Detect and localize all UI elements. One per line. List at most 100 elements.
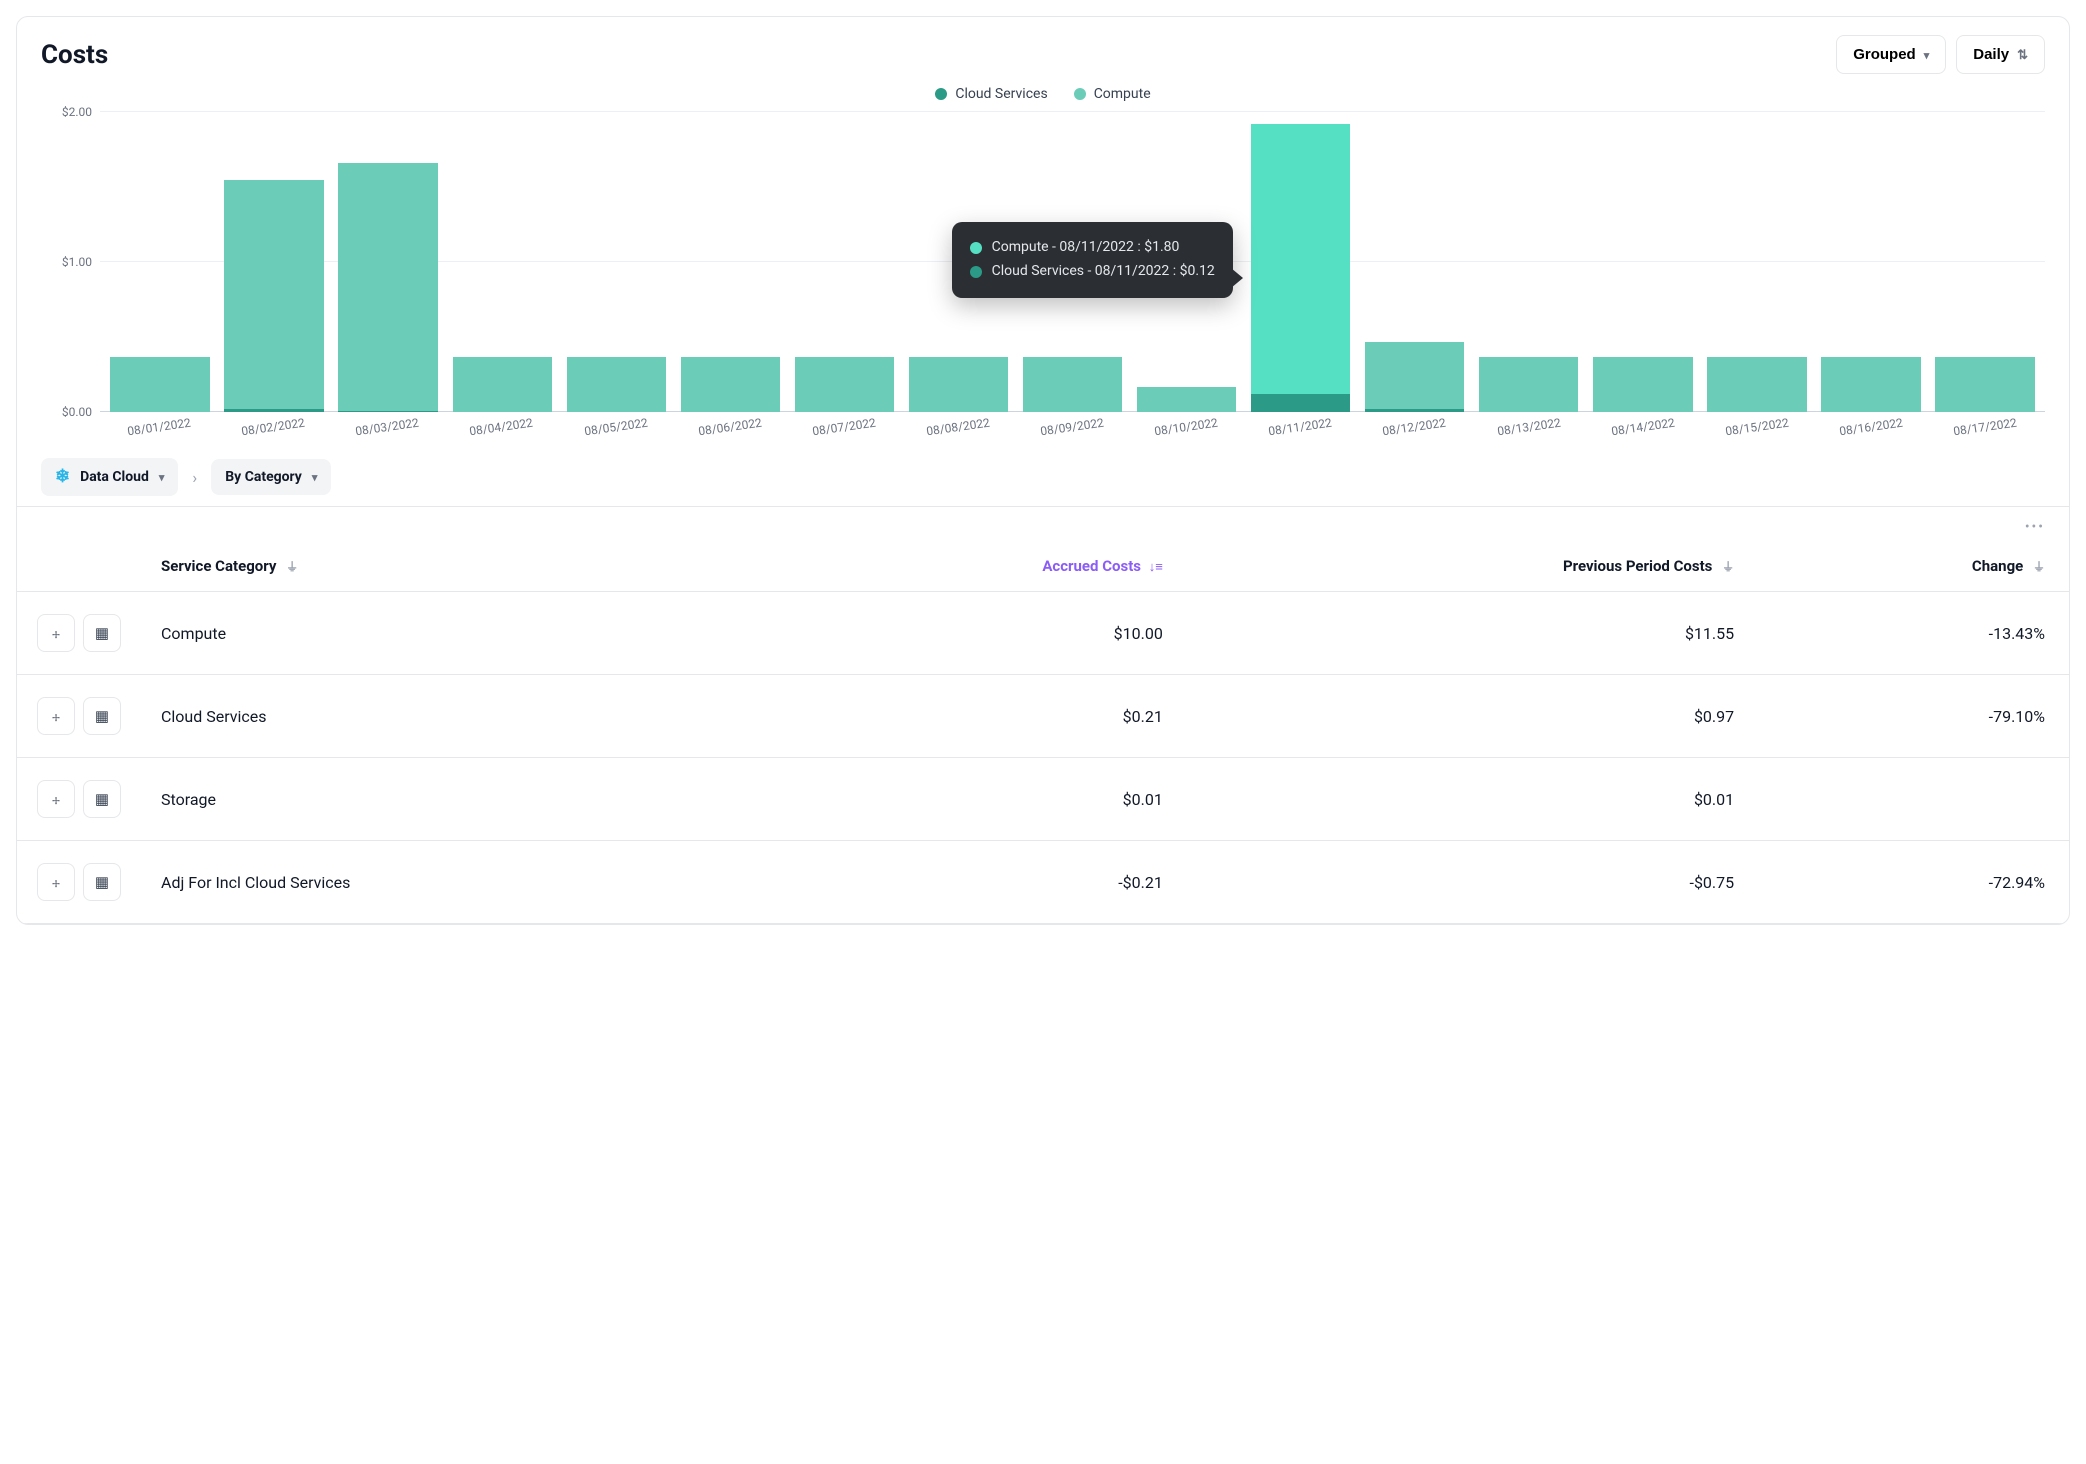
legend-label: Cloud Services	[955, 86, 1047, 102]
bar-segment-compute	[1365, 342, 1464, 410]
legend-item-cloud-services[interactable]: Cloud Services	[935, 86, 1047, 102]
chart-add-icon: ⧾	[52, 873, 60, 891]
bar[interactable]	[110, 357, 209, 413]
col-service-category[interactable]: Service Category ⏚	[141, 541, 750, 592]
add-to-chart-button[interactable]: ⧾	[37, 863, 75, 901]
cell-category: Cloud Services	[141, 675, 750, 758]
bar[interactable]	[224, 180, 323, 413]
bar-segment-compute	[224, 180, 323, 410]
chevron-right-icon: ›	[192, 468, 197, 487]
updown-icon	[2017, 46, 2028, 63]
cell-previous: $0.97	[1187, 675, 1758, 758]
chart-add-icon: ⧾	[52, 707, 60, 725]
col-accrued-costs[interactable]: Accrued Costs ↓≡	[750, 541, 1187, 592]
costs-card: Costs Grouped Daily Cloud Services Compu…	[16, 16, 2070, 925]
chart-legend: Cloud Services Compute	[17, 80, 2069, 112]
bar[interactable]	[1821, 357, 1920, 413]
filter-icon: ⏚	[286, 560, 298, 574]
table-row: ⧾▦Cloud Services$0.21$0.97-79.10%	[17, 675, 2069, 758]
col-change[interactable]: Change ⏚	[1758, 541, 2069, 592]
add-to-chart-button[interactable]: ⧾	[37, 614, 75, 652]
cell-accrued: $0.01	[750, 758, 1187, 841]
bar-segment-compute	[567, 357, 666, 413]
table-toolbar: •••	[17, 506, 2069, 541]
bar-segment-compute	[909, 357, 1008, 413]
tooltip-dot-icon	[970, 242, 982, 254]
more-menu-icon[interactable]: •••	[2019, 513, 2051, 541]
bar-segment-compute	[338, 163, 437, 411]
bar[interactable]	[1707, 357, 1806, 413]
bar-segment-compute	[1821, 357, 1920, 413]
grid-view-button[interactable]: ▦	[83, 780, 121, 818]
grouped-dropdown[interactable]: Grouped	[1836, 35, 1946, 74]
bar-segment-cloud-services	[1251, 394, 1350, 412]
col-label: Previous Period Costs	[1563, 557, 1712, 575]
breadcrumb-current-chip[interactable]: By Category	[211, 459, 331, 495]
bar-segment-compute	[1023, 357, 1122, 413]
cell-previous: $0.01	[1187, 758, 1758, 841]
bar-segment-cloud-services	[1365, 409, 1464, 412]
snowflake-icon: ❄	[55, 468, 70, 486]
x-axis: 08/01/202208/02/202208/03/202208/04/2022…	[99, 412, 2045, 434]
col-actions2	[79, 541, 141, 592]
bar[interactable]	[795, 357, 894, 413]
bar-segment-compute	[1251, 124, 1350, 394]
col-previous-costs[interactable]: Previous Period Costs ⏚	[1187, 541, 1758, 592]
breadcrumb: ❄ Data Cloud › By Category	[17, 434, 2069, 506]
tooltip-line: Cloud Services - 08/11/2022 : $0.12	[992, 260, 1215, 284]
filter-icon: ⏚	[2033, 560, 2045, 574]
legend-label: Compute	[1094, 86, 1151, 102]
bar-segment-compute	[1707, 357, 1806, 413]
chart-tooltip: Compute - 08/11/2022 : $1.80 Cloud Servi…	[952, 222, 1233, 298]
chart-add-icon: ⧾	[52, 624, 60, 642]
cell-change	[1758, 758, 2069, 841]
y-tick: $2.00	[42, 105, 92, 119]
bar[interactable]	[1479, 357, 1578, 413]
bar-segment-compute	[453, 357, 552, 413]
cell-change: -13.43%	[1758, 592, 2069, 675]
costs-table: Service Category ⏚ Accrued Costs ↓≡ Prev…	[17, 541, 2069, 924]
cell-category: Adj For Incl Cloud Services	[141, 841, 750, 924]
breadcrumb-root-chip[interactable]: ❄ Data Cloud	[41, 458, 178, 496]
grouped-dropdown-label: Grouped	[1853, 46, 1916, 63]
bar[interactable]	[1365, 342, 1464, 413]
grid-view-button[interactable]: ▦	[83, 863, 121, 901]
grid-view-button[interactable]: ▦	[83, 697, 121, 735]
bar[interactable]	[1137, 387, 1236, 413]
table-row: ⧾▦Adj For Incl Cloud Services-$0.21-$0.7…	[17, 841, 2069, 924]
add-to-chart-button[interactable]: ⧾	[37, 697, 75, 735]
cell-change: -79.10%	[1758, 675, 2069, 758]
bar-segment-cloud-services	[224, 409, 323, 412]
bar-segment-compute	[795, 357, 894, 413]
table-row: ⧾▦Compute$10.00$11.55-13.43%	[17, 592, 2069, 675]
grid-icon: ▦	[95, 707, 109, 725]
grid-view-button[interactable]: ▦	[83, 614, 121, 652]
col-label: Service Category	[161, 557, 276, 575]
bar[interactable]	[453, 357, 552, 413]
bar[interactable]	[681, 357, 780, 413]
bar[interactable]	[1935, 357, 2034, 413]
legend-item-compute[interactable]: Compute	[1074, 86, 1151, 102]
cell-accrued: $10.00	[750, 592, 1187, 675]
sort-desc-icon: ↓≡	[1149, 560, 1163, 575]
tooltip-dot-icon	[970, 266, 982, 278]
bar[interactable]	[1251, 124, 1350, 412]
bar[interactable]	[338, 163, 437, 412]
bar[interactable]	[567, 357, 666, 413]
bar[interactable]	[909, 357, 1008, 413]
breadcrumb-root-label: Data Cloud	[80, 469, 149, 485]
bar-segment-cloud-services	[338, 411, 437, 413]
bar[interactable]	[1023, 357, 1122, 413]
grid-icon: ▦	[95, 790, 109, 808]
page-title: Costs	[41, 40, 108, 70]
bar-segment-compute	[1137, 387, 1236, 413]
bar[interactable]	[1593, 357, 1692, 413]
caret-down-icon	[312, 469, 318, 485]
bar-segment-compute	[1479, 357, 1578, 413]
tooltip-line: Compute - 08/11/2022 : $1.80	[992, 236, 1180, 260]
add-to-chart-button[interactable]: ⧾	[37, 780, 75, 818]
interval-dropdown[interactable]: Daily	[1956, 35, 2045, 74]
header-controls: Grouped Daily	[1836, 35, 2045, 74]
cell-accrued: -$0.21	[750, 841, 1187, 924]
legend-dot-icon	[1074, 88, 1086, 100]
